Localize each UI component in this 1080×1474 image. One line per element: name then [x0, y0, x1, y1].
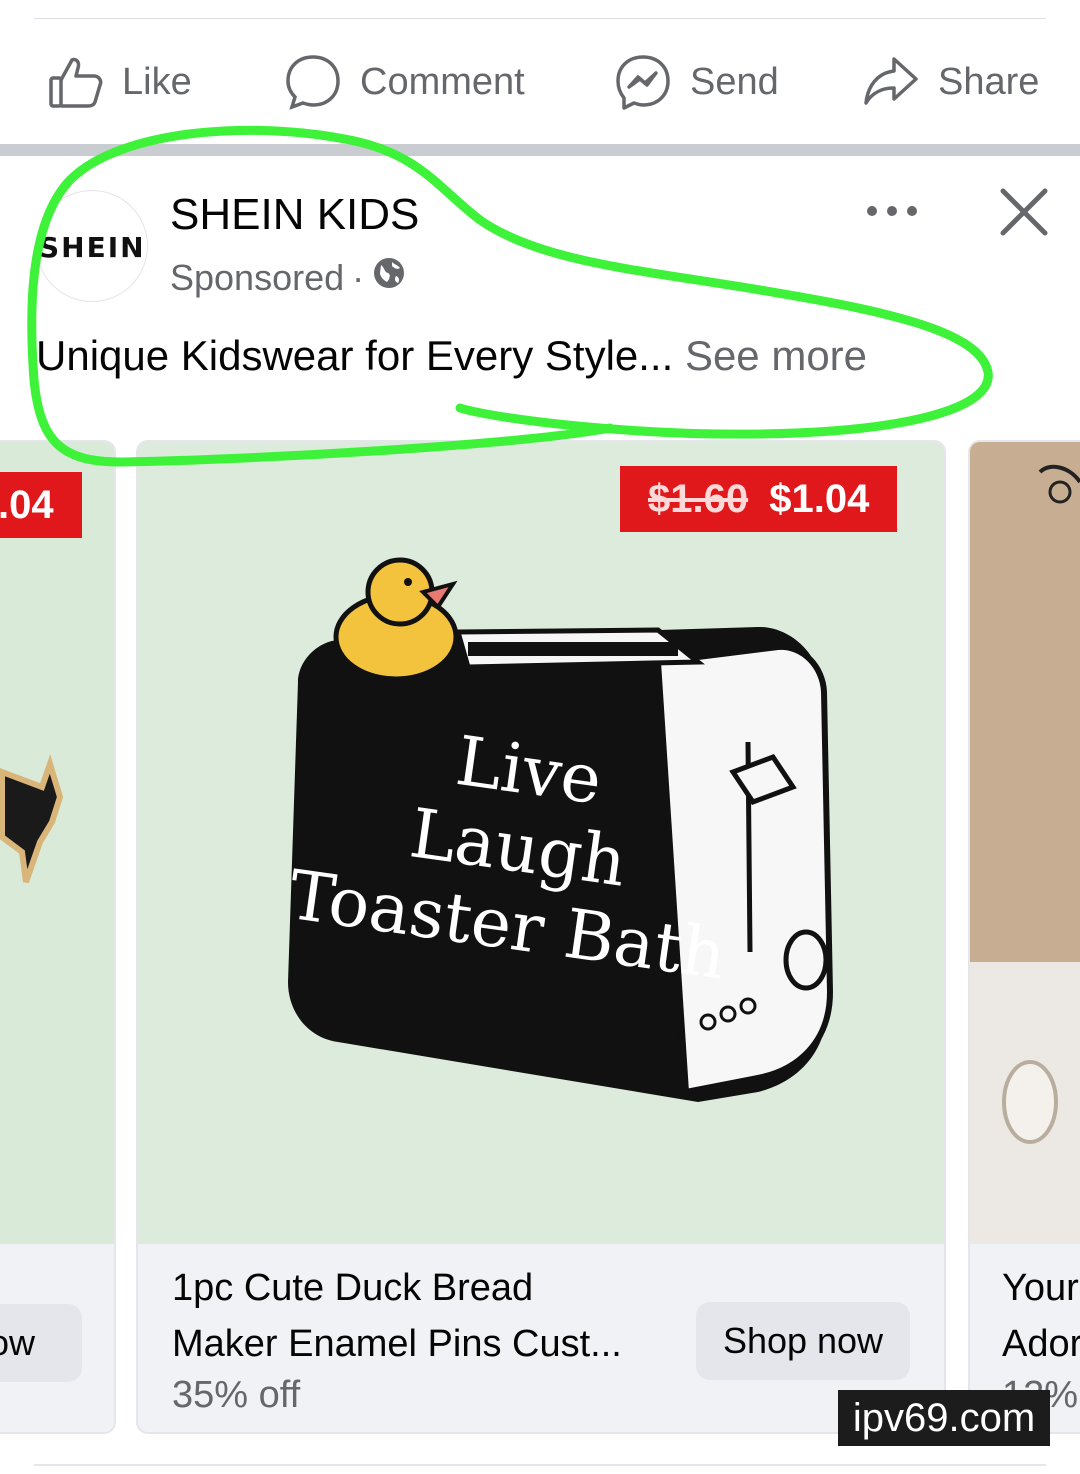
shop-now-button[interactable]: ow [0, 1304, 82, 1382]
see-more-link[interactable]: See more [685, 332, 867, 379]
discount-label: 35% off [172, 1374, 301, 1416]
close-icon[interactable] [998, 186, 1050, 238]
button-label-partial: ow [0, 1322, 36, 1363]
sponsored-row: Sponsored · [170, 256, 406, 299]
title-line1: Your [1002, 1267, 1079, 1309]
carousel-card-next[interactable]: Your Ador 12% [968, 440, 1080, 1434]
share-label: Share [938, 60, 1040, 103]
watermark: ipv69.com [838, 1390, 1050, 1446]
like-button[interactable]: Like [48, 46, 192, 118]
top-divider [34, 18, 1046, 19]
carousel-card-previous[interactable]: .04 ow [0, 440, 116, 1434]
title-line2: Maker Enamel Pins Cust... [172, 1323, 622, 1365]
price-partial: .04 [0, 483, 54, 527]
product-image [0, 442, 114, 1244]
page-name[interactable]: SHEIN KIDS [170, 190, 419, 240]
messenger-icon [614, 53, 672, 111]
shop-now-button[interactable]: Shop now [696, 1302, 910, 1380]
carousel-card-main[interactable]: Live Laugh Toaster Bath $1.60 $1.04 1pc … [136, 440, 946, 1434]
product-title: Your Ador [1002, 1260, 1080, 1372]
globe-icon [372, 256, 406, 299]
bottom-divider [34, 1464, 1046, 1466]
comment-label: Comment [360, 60, 525, 103]
sponsored-label[interactable]: Sponsored [170, 257, 344, 299]
feed-separator [0, 144, 1080, 156]
comment-bubble-icon [284, 53, 342, 111]
send-button[interactable]: Send [614, 46, 779, 118]
title-line1: 1pc Cute Duck Bread [172, 1267, 534, 1309]
share-button[interactable]: Share [862, 46, 1039, 118]
more-options-icon[interactable] [860, 196, 924, 226]
product-image [970, 442, 1080, 1244]
like-label: Like [122, 60, 192, 103]
logo-text: SHEIN [39, 231, 146, 264]
ad-caption: Unique Kidswear for Every Style... See m… [36, 332, 867, 380]
price-tag: $1.60 $1.04 [620, 466, 898, 532]
dot-separator: · [352, 256, 365, 298]
comment-button[interactable]: Comment [284, 46, 525, 118]
title-line2: Ador [1002, 1323, 1080, 1365]
advertiser-avatar[interactable]: SHEIN [36, 190, 148, 302]
share-arrow-icon [862, 53, 920, 111]
send-label: Send [690, 60, 779, 103]
new-price: $1.04 [769, 477, 870, 521]
product-title: 1pc Cute Duck Bread Maker Enamel Pins Cu… [172, 1260, 672, 1372]
thumbs-up-icon [48, 54, 104, 110]
caption-text: Unique Kidswear for Every Style... [36, 332, 674, 379]
old-price: $1.60 [648, 477, 749, 521]
price-tag: .04 [0, 472, 82, 538]
